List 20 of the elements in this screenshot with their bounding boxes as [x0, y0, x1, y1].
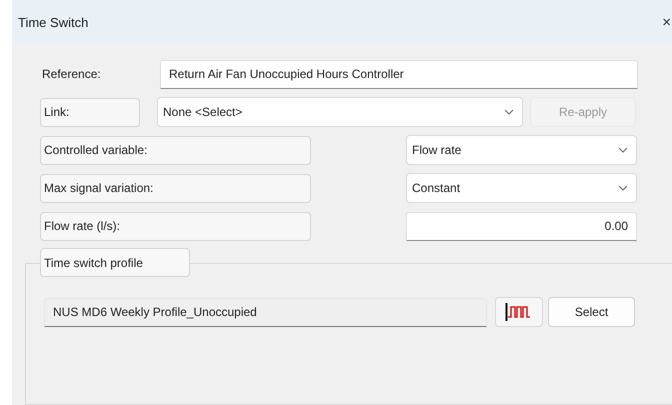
- field-label: Controlled variable:: [40, 136, 311, 164]
- chevron-down-icon: [618, 185, 628, 191]
- chevron-down-icon: [618, 147, 628, 153]
- field-label: Flow rate (l/s):: [40, 212, 311, 240]
- group-tab[interactable]: Time switch profile: [40, 248, 190, 277]
- dropdown[interactable]: Flow rate: [406, 135, 637, 165]
- pulse-wave-icon: [505, 302, 533, 322]
- window-title: Time Switch: [18, 14, 88, 30]
- close-button[interactable]: ×: [662, 14, 671, 30]
- profile-icon-button[interactable]: [495, 297, 543, 327]
- link-dropdown[interactable]: None <Select>: [157, 97, 523, 127]
- field-label: Link:: [40, 98, 140, 126]
- field-label: Max signal variation:: [40, 174, 311, 202]
- field-label: Reference:: [41, 67, 102, 81]
- select-button[interactable]: Select: [548, 297, 635, 327]
- profile-field[interactable]: NUS MD6 Weekly Profile_Unoccupied: [44, 298, 487, 326]
- reference-field[interactable]: Return Air Fan Unoccupied Hours Controller: [160, 60, 638, 88]
- chevron-down-icon: [504, 109, 514, 115]
- dropdown[interactable]: Constant: [406, 173, 637, 203]
- number-field[interactable]: 0.00: [406, 212, 637, 240]
